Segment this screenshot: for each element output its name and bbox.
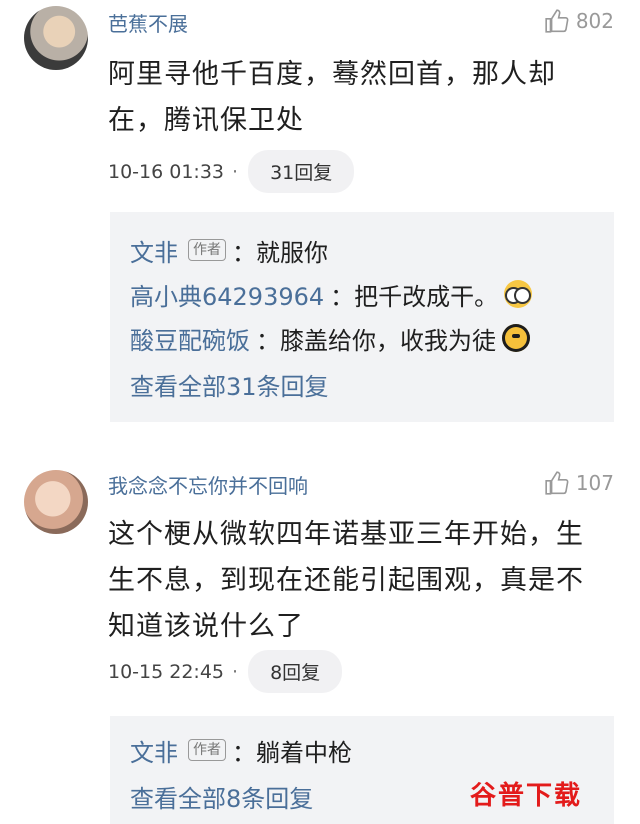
- like-count: 107: [575, 471, 614, 495]
- author-badge: 作者: [188, 739, 226, 761]
- avatar[interactable]: [24, 470, 88, 534]
- comment-item: 我念念不忘你并不回响 107 这个梗从微软四年诺基亚三年开始，生 生不息，到现在…: [0, 0, 640, 824]
- reply-text: ：躺着中枪: [232, 738, 352, 767]
- reply-username[interactable]: 文非: [130, 733, 178, 768]
- reply-item[interactable]: 文非 作者 ：躺着中枪: [130, 730, 604, 770]
- watermark-logo: 谷普下载: [469, 781, 582, 811]
- comment-text-line: 生不息，到现在还能引起围观，真是不: [108, 565, 584, 596]
- separator-dot: ·: [232, 660, 239, 683]
- reply-count-button[interactable]: 8回复: [248, 650, 343, 693]
- comment-meta: 10-15 22:45 · 8回复: [108, 650, 343, 693]
- comment-text: 这个梗从微软四年诺基亚三年开始，生 生不息，到现在还能引起围观，真是不 知道该说…: [108, 512, 618, 650]
- comment-username[interactable]: 我念念不忘你并不回响: [108, 470, 308, 499]
- comment-text-line: 知道该说什么了: [108, 611, 304, 642]
- comment-text-line: 这个梗从微软四年诺基亚三年开始，生: [108, 519, 584, 550]
- thumbs-up-icon: [545, 471, 569, 495]
- comment-time: 10-15 22:45: [108, 660, 225, 683]
- like-button[interactable]: 107: [544, 470, 614, 496]
